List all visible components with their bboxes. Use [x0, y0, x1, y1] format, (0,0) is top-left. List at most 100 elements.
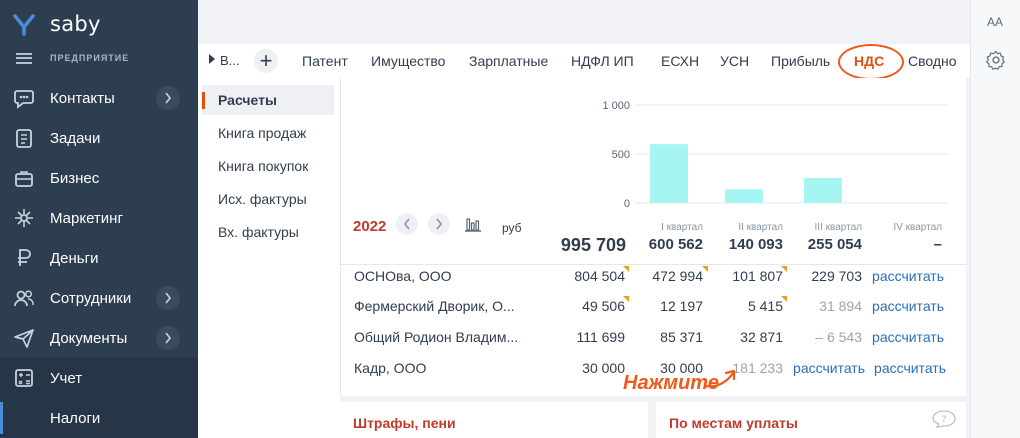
- calculate-link[interactable]: рассчитать: [854, 329, 944, 345]
- card-fines[interactable]: Штрафы, пени: [340, 402, 648, 438]
- table-row[interactable]: Фермерский Дворик, О... 49 506 12 197 5 …: [341, 292, 967, 322]
- tab-eskhn[interactable]: ЕСХН: [661, 53, 699, 69]
- card-payment-places[interactable]: По местам уплаты ?: [656, 402, 966, 438]
- nav-label: Задачи: [50, 129, 101, 147]
- main-nav: Контакты Задачи Бизнес Маркетинг Деньги …: [0, 78, 198, 438]
- row-total: 30 000: [582, 360, 625, 376]
- quarter-header: II квартал: [738, 222, 783, 233]
- nav-label: Налоги: [50, 409, 101, 427]
- nav-label: Деньги: [50, 249, 99, 267]
- expand-arrow-icon[interactable]: [209, 54, 215, 64]
- chevron-right-icon[interactable]: [156, 86, 180, 110]
- briefcase-icon: [12, 166, 36, 190]
- add-button[interactable]: +: [254, 49, 278, 73]
- sparkle-icon: [12, 206, 36, 230]
- vat-calculations-panel: 0 500 1 000 2022 руб I квартал II квартал …: [340, 78, 967, 396]
- company-name[interactable]: Фермерский Дворик, О...: [354, 298, 534, 314]
- nav-item-business[interactable]: Бизнес: [0, 158, 198, 198]
- tab-profit[interactable]: Прибыль: [771, 53, 830, 69]
- submenu-outgoing-invoices[interactable]: Исх. фактуры: [202, 184, 334, 214]
- quarter-cell: 32 871: [740, 329, 783, 345]
- bar-chart-icon[interactable]: [464, 216, 482, 232]
- nav-item-contacts[interactable]: Контакты: [0, 78, 198, 118]
- active-indicator: [0, 402, 3, 434]
- company-name[interactable]: Кадр, ООО: [354, 360, 534, 376]
- nav-label: Документы: [50, 329, 128, 347]
- chart-tick-label: 1 000: [602, 100, 630, 112]
- calculate-link[interactable]: рассчитать: [775, 360, 865, 376]
- gear-icon[interactable]: [985, 49, 1007, 71]
- nav-item-employees[interactable]: Сотрудники: [0, 278, 198, 318]
- tab-ndfl-ip[interactable]: НДФЛ ИП: [571, 53, 634, 69]
- svg-text:?: ?: [941, 415, 946, 426]
- nav-item-money[interactable]: Деньги: [0, 238, 198, 278]
- tab-payroll[interactable]: Зарплатные: [469, 53, 548, 69]
- submenu-purchase-book[interactable]: Книга покупок: [202, 151, 334, 181]
- calculator-icon: [12, 366, 36, 390]
- sidebar: saby ПРЕДПРИЯТИЕ Контакты Задачи Бизнес: [0, 0, 198, 438]
- people-icon: [12, 286, 36, 310]
- submenu-incoming-invoices[interactable]: Вх. фактуры: [202, 217, 334, 247]
- chart-bar[interactable]: [804, 178, 842, 203]
- chevron-right-icon[interactable]: [156, 286, 180, 310]
- quarter-cell: 85 371: [660, 329, 703, 345]
- brand-name: saby: [50, 12, 101, 36]
- nav-item-accounting[interactable]: Учет: [0, 358, 198, 398]
- tab-patent[interactable]: Патент: [302, 53, 348, 69]
- chat-icon: [12, 86, 36, 110]
- quarter-cell: 12 197: [660, 298, 703, 314]
- row-total: 49 506: [582, 298, 625, 314]
- table-row[interactable]: Общий Родион Владим... 111 699 85 371 32…: [341, 323, 967, 353]
- breadcrumb[interactable]: В...: [220, 53, 240, 68]
- nav-label: Контакты: [50, 89, 115, 107]
- nav-item-tasks[interactable]: Задачи: [0, 118, 198, 158]
- tax-tabs: В... + Патент Имущество Зарплатные НДФЛ …: [198, 44, 970, 80]
- nav-item-marketing[interactable]: Маркетинг: [0, 198, 198, 238]
- menu-icon[interactable]: [16, 52, 32, 64]
- next-year-button[interactable]: [428, 213, 450, 235]
- nav-item-taxes[interactable]: Налоги: [0, 398, 198, 438]
- tab-property[interactable]: Имущество: [371, 53, 445, 69]
- chart-tick-label: 500: [612, 149, 630, 161]
- quarterly-vat-chart: 0 500 1 000: [602, 100, 947, 210]
- currency-label: руб: [502, 221, 522, 235]
- vat-submenu: Расчеты Книга продаж Книга покупок Исх. …: [198, 78, 340, 438]
- quarter-cell: 31 894: [819, 298, 862, 314]
- chevron-right-icon: [436, 218, 443, 230]
- quarter-cell: – 6 543: [815, 329, 862, 345]
- quarter-header: I квартал: [661, 222, 703, 233]
- company-selector[interactable]: ПРЕДПРИЯТИЕ: [16, 50, 129, 66]
- prev-year-button[interactable]: [396, 213, 418, 235]
- help-icon[interactable]: ?: [932, 410, 956, 428]
- logo[interactable]: saby: [12, 10, 101, 38]
- quarter-cell: 472 994: [652, 268, 703, 284]
- chevron-left-icon: [403, 218, 410, 230]
- send-icon: [12, 326, 36, 350]
- chart-bar[interactable]: [650, 144, 688, 203]
- saby-logo-icon: [13, 14, 35, 36]
- year-label: 2022: [353, 218, 387, 235]
- tab-usn[interactable]: УСН: [720, 53, 749, 69]
- chevron-right-icon[interactable]: [156, 326, 180, 350]
- font-size-button[interactable]: AA: [987, 15, 1003, 29]
- submenu-calculations[interactable]: Расчеты: [202, 85, 334, 115]
- row-total: 804 504: [574, 268, 625, 284]
- chart-bar[interactable]: [725, 189, 763, 203]
- right-rail: AA: [970, 0, 1020, 438]
- highlight-circle: [838, 44, 904, 80]
- calculate-link[interactable]: рассчитать: [856, 360, 946, 376]
- table-row[interactable]: ОСНОва, ООО 804 504 472 994 101 807 229 …: [341, 262, 967, 292]
- nav-item-documents[interactable]: Документы: [0, 318, 198, 358]
- calculate-link[interactable]: рассчитать: [854, 268, 944, 284]
- submenu-sales-book[interactable]: Книга продаж: [202, 118, 334, 148]
- quarter-cell: 101 807: [732, 268, 783, 284]
- calculate-link[interactable]: рассчитать: [854, 298, 944, 314]
- tab-summary[interactable]: Сводно: [908, 53, 957, 69]
- card-title: По местам уплаты: [669, 415, 798, 431]
- company-name[interactable]: Общий Родион Владим...: [354, 329, 534, 345]
- card-title: Штрафы, пени: [353, 415, 456, 431]
- quarter-total: –: [933, 236, 942, 253]
- company-name[interactable]: ОСНОва, ООО: [354, 268, 534, 284]
- company-label: ПРЕДПРИЯТИЕ: [50, 53, 130, 63]
- nav-label: Бизнес: [50, 169, 100, 187]
